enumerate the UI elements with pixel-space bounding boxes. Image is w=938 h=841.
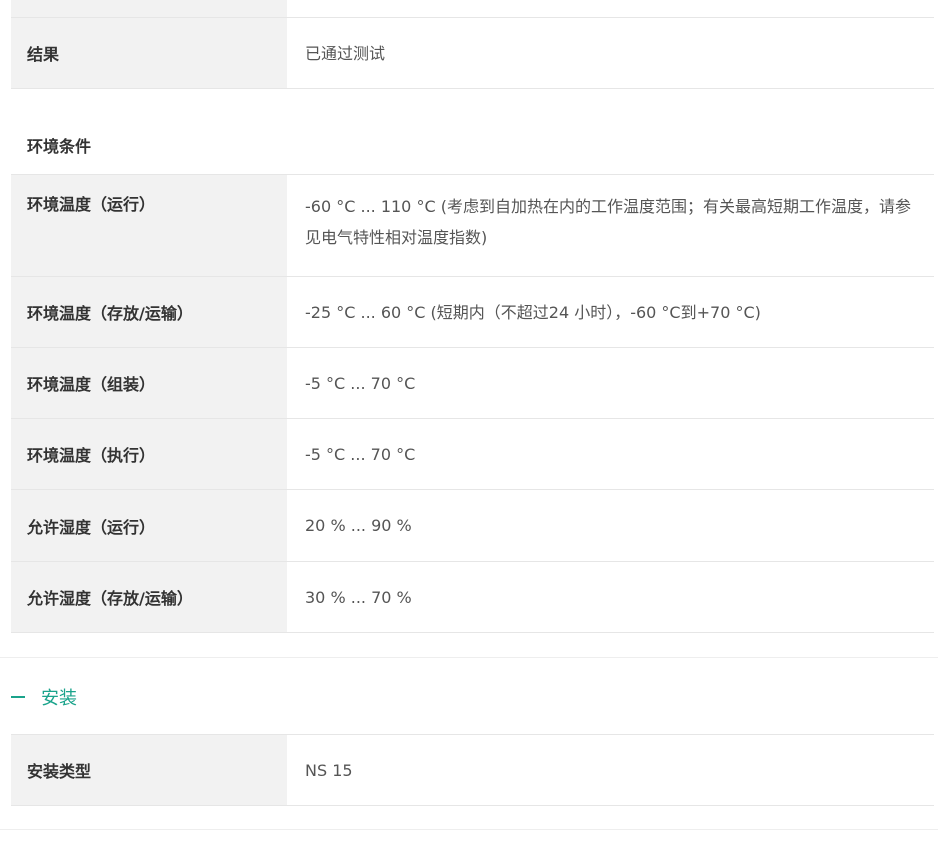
row-label: 允许湿度（存放/运输） bbox=[11, 562, 287, 632]
row-label: 环境温度（组装） bbox=[11, 348, 287, 418]
row-value: -5 °C ... 70 °C bbox=[305, 373, 416, 393]
table-row: 结果 已通过测试 bbox=[11, 18, 934, 89]
row-label: 结果 bbox=[11, 18, 287, 88]
row-value bbox=[287, 0, 934, 17]
row-label: 允许湿度（运行） bbox=[11, 490, 287, 561]
env-table: 环境温度（运行） -60 °C ... 110 °C (考虑到自加热在内的工作温… bbox=[11, 174, 934, 633]
row-label: 环境温度（存放/运输） bbox=[11, 277, 287, 347]
row-value: 30 % ... 70 % bbox=[305, 587, 412, 607]
row-label: 安装类型 bbox=[11, 735, 287, 805]
row-label: 环境温度（执行） bbox=[11, 419, 287, 489]
section-divider bbox=[0, 657, 938, 658]
row-label: 环境温度（运行） bbox=[11, 175, 287, 276]
section-divider bbox=[0, 829, 938, 830]
install-table: 安装类型 NS 15 bbox=[11, 734, 934, 806]
table-row: 环境温度（运行） -60 °C ... 110 °C (考虑到自加热在内的工作温… bbox=[11, 175, 934, 277]
env-conditions-heading: 环境条件 bbox=[27, 137, 92, 156]
install-section-label: 安装 bbox=[41, 688, 77, 709]
row-value: 已通过测试 bbox=[305, 43, 386, 63]
result-table: 结果 已通过测试 bbox=[11, 0, 934, 89]
install-section-toggle[interactable]: 安装 bbox=[11, 684, 77, 710]
row-value: -60 °C ... 110 °C (考虑到自加热在内的工作温度范围；有关最高短… bbox=[305, 197, 911, 247]
row-value: 20 % ... 90 % bbox=[305, 516, 412, 535]
row-value: -25 °C ... 60 °C (短期内（不超过24 小时），-60 °C到+… bbox=[305, 302, 761, 322]
table-row: 允许湿度（运行） 20 % ... 90 % bbox=[11, 490, 934, 562]
table-row: 环境温度（存放/运输） -25 °C ... 60 °C (短期内（不超过24 … bbox=[11, 277, 934, 348]
row-value: NS 15 bbox=[305, 760, 353, 780]
minus-icon bbox=[11, 696, 25, 698]
row-label bbox=[11, 0, 287, 17]
table-row: 环境温度（执行） -5 °C ... 70 °C bbox=[11, 419, 934, 490]
spec-page: 结果 已通过测试 环境条件 环境温度（运行） -60 °C ... 110 °C… bbox=[0, 0, 938, 841]
table-row: 允许湿度（存放/运输） 30 % ... 70 % bbox=[11, 562, 934, 633]
row-value: -5 °C ... 70 °C bbox=[305, 444, 416, 464]
table-row: 环境温度（组装） -5 °C ... 70 °C bbox=[11, 348, 934, 419]
table-row: 安装类型 NS 15 bbox=[11, 735, 934, 806]
table-row bbox=[11, 0, 934, 18]
